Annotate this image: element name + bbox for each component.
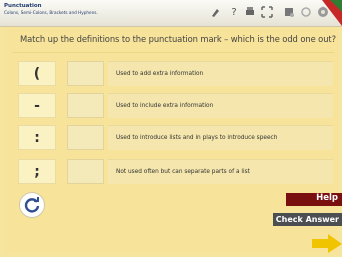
circle-icon[interactable] xyxy=(299,5,313,19)
reset-button[interactable] xyxy=(19,192,45,218)
print-icon[interactable] xyxy=(243,5,257,19)
punctuation-tile-colon[interactable]: : xyxy=(18,125,56,150)
app-subtitle: Colons, Semi-Colons, Brackets and Hyphen… xyxy=(4,10,98,15)
definition-item[interactable]: Not used often but can separate parts of… xyxy=(108,159,333,184)
drop-slot[interactable] xyxy=(67,159,104,184)
punctuation-tile-bracket[interactable]: ( xyxy=(18,61,56,86)
fullscreen-icon[interactable] xyxy=(260,5,274,19)
top-toolbar: Punctuation Colons, Semi-Colons, Bracket… xyxy=(0,0,342,27)
definition-item[interactable]: Used to introduce lists and in plays to … xyxy=(108,125,333,150)
arrow-right-icon xyxy=(312,234,342,253)
refresh-icon xyxy=(24,197,40,213)
instruction-text: Match up the definitions to the punctuat… xyxy=(20,34,336,44)
app-title: Punctuation xyxy=(4,3,42,9)
pointer-icon[interactable] xyxy=(209,5,223,19)
drop-slot[interactable] xyxy=(67,93,104,118)
drop-slot[interactable] xyxy=(67,61,104,86)
punctuation-tile-semicolon[interactable]: ; xyxy=(18,159,56,184)
corner-decoration xyxy=(322,0,342,26)
next-arrow-button[interactable] xyxy=(312,234,342,253)
help-icon[interactable]: ? xyxy=(227,5,241,19)
definition-item[interactable]: Used to add extra information xyxy=(108,61,333,86)
help-button[interactable]: Help xyxy=(286,193,342,206)
drop-slot[interactable] xyxy=(67,125,104,150)
check-answer-button[interactable]: Check Answer xyxy=(273,213,342,226)
punctuation-tile-hyphen[interactable]: - xyxy=(18,93,56,118)
definition-item[interactable]: Used to include extra information xyxy=(108,93,333,118)
teacher-icon[interactable] xyxy=(282,5,296,19)
